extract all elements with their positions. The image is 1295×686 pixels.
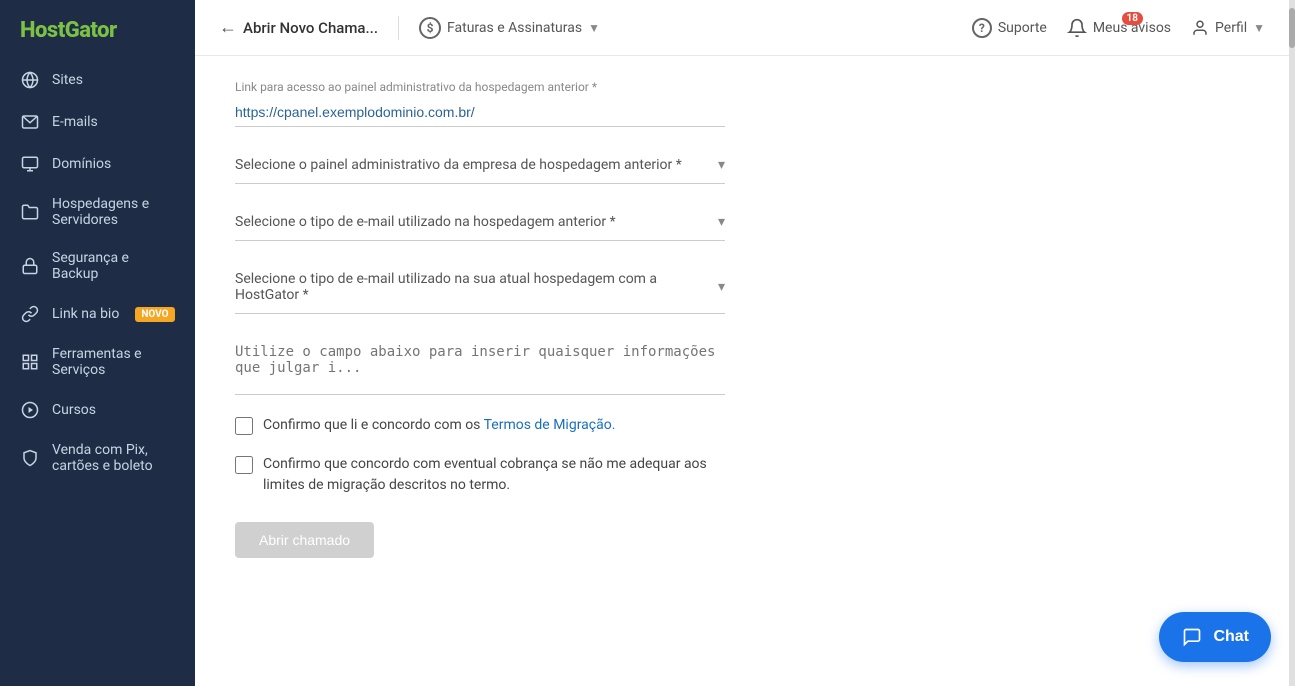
textarea-wrapper	[235, 334, 725, 395]
sidebar-item-sites[interactable]: Sites	[0, 59, 195, 101]
terms-checkbox[interactable]	[235, 417, 253, 435]
sidebar-item-emails[interactable]: E-mails	[0, 101, 195, 143]
bell-icon	[1067, 18, 1087, 38]
user-icon	[1191, 19, 1209, 37]
notes-textarea[interactable]	[235, 344, 725, 380]
chevron-down-icon: ▾	[718, 279, 725, 295]
profile-button[interactable]: Perfil ▼	[1191, 19, 1265, 37]
back-button[interactable]: ← Abrir Novo Chama...	[219, 17, 378, 38]
select1-dropdown[interactable]: Selecione o painel administrativo da emp…	[235, 147, 725, 184]
select2-field: Selecione o tipo de e-mail utilizado na …	[235, 204, 1249, 241]
link-field: Link para acesso ao painel administrativ…	[235, 80, 1249, 127]
chat-icon	[1181, 626, 1203, 648]
mail-icon	[20, 112, 40, 132]
sidebar-item-label: Cursos	[52, 402, 96, 418]
notifications-button[interactable]: 18 Meus avisos	[1067, 18, 1171, 38]
sidebar-item-ferramentas[interactable]: Ferramentas e Serviços	[0, 335, 195, 389]
topbar-right: ? Suporte 18 Meus avisos Perfil ▼	[972, 18, 1265, 38]
textarea-field	[235, 334, 1249, 395]
sidebar-item-label: Sites	[52, 72, 83, 88]
sidebar-item-label: E-mails	[52, 114, 98, 130]
lock-icon	[20, 256, 40, 276]
back-label: Abrir Novo Chama...	[243, 19, 378, 37]
checkbox1-label: Confirmo que li e concordo com os Termos…	[263, 415, 615, 436]
sidebar-item-hospedagens[interactable]: Hospedagens e Servidores	[0, 185, 195, 239]
sidebar-item-seguranca[interactable]: Segurança e Backup	[0, 239, 195, 293]
link-icon	[20, 304, 40, 324]
grid-icon	[20, 352, 40, 372]
sidebar-item-label: Segurança e Backup	[52, 250, 175, 282]
sidebar-item-label: Link na bio	[52, 306, 119, 322]
select1-field: Selecione o painel administrativo da emp…	[235, 147, 1249, 184]
select3-field: Selecione o tipo de e-mail utilizado na …	[235, 261, 1249, 314]
sidebar-item-link-bio[interactable]: Link na bio NOVO	[0, 293, 195, 335]
link-input[interactable]	[235, 98, 725, 127]
chevron-down-icon: ▾	[718, 157, 725, 173]
logo: HostGator	[0, 0, 195, 59]
scrollbar-thumb	[1289, 8, 1295, 48]
monitor-icon	[20, 154, 40, 174]
main-content: ← Abrir Novo Chama... $ Faturas e Assina…	[195, 0, 1289, 686]
sidebar-item-label: Ferramentas e Serviços	[52, 346, 175, 378]
notifications-badge: 18	[1122, 12, 1143, 25]
chevron-down-icon: ▾	[718, 214, 725, 230]
support-button[interactable]: ? Suporte	[972, 18, 1047, 38]
sidebar-item-label: Hospedagens e Servidores	[52, 196, 175, 228]
sidebar: HostGator Sites E-mails Domínios Hospeda…	[0, 0, 195, 686]
profile-chevron-icon: ▼	[1253, 21, 1265, 35]
faturas-label: Faturas e Assinaturas	[447, 20, 582, 36]
scrollbar	[1289, 0, 1295, 686]
chevron-down-icon: ▼	[588, 21, 600, 35]
chat-label: Chat	[1213, 628, 1249, 646]
chat-button[interactable]: Chat	[1159, 612, 1271, 662]
select3-dropdown[interactable]: Selecione o tipo de e-mail utilizado na …	[235, 261, 725, 314]
form-area: Link para acesso ao painel administrativ…	[195, 56, 1289, 686]
topbar: ← Abrir Novo Chama... $ Faturas e Assina…	[195, 0, 1289, 56]
sidebar-item-venda[interactable]: Venda com Pix, cartões e boleto	[0, 431, 195, 485]
back-arrow-icon: ←	[219, 17, 237, 38]
sidebar-item-label: Domínios	[52, 156, 111, 172]
profile-label: Perfil	[1215, 20, 1247, 36]
support-label: Suporte	[998, 20, 1047, 36]
select2-dropdown[interactable]: Selecione o tipo de e-mail utilizado na …	[235, 204, 725, 241]
faturas-section[interactable]: $ Faturas e Assinaturas ▼	[419, 17, 600, 39]
sidebar-item-dominios[interactable]: Domínios	[0, 143, 195, 185]
folder-icon	[20, 202, 40, 222]
select3-label: Selecione o tipo de e-mail utilizado na …	[235, 271, 718, 303]
help-icon: ?	[972, 18, 992, 38]
globe-icon	[20, 70, 40, 90]
checkbox1-wrapper: Confirmo que li e concordo com os Termos…	[235, 415, 725, 436]
checkbox2-wrapper: Confirmo que concordo com eventual cobra…	[235, 454, 725, 496]
new-badge: NOVO	[135, 307, 174, 322]
charge-checkbox[interactable]	[235, 456, 253, 474]
play-icon	[20, 400, 40, 420]
checkbox2-label: Confirmo que concordo com eventual cobra…	[263, 454, 725, 496]
dollar-icon: $	[419, 17, 441, 39]
sidebar-item-cursos[interactable]: Cursos	[0, 389, 195, 431]
sidebar-item-label: Venda com Pix, cartões e boleto	[52, 442, 175, 474]
select1-label: Selecione o painel administrativo da emp…	[235, 157, 682, 173]
submit-button[interactable]: Abrir chamado	[235, 522, 374, 558]
select2-label: Selecione o tipo de e-mail utilizado na …	[235, 214, 616, 230]
shield-icon	[20, 448, 40, 468]
topbar-divider	[398, 16, 399, 40]
link-label: Link para acesso ao painel administrativ…	[235, 80, 1249, 94]
